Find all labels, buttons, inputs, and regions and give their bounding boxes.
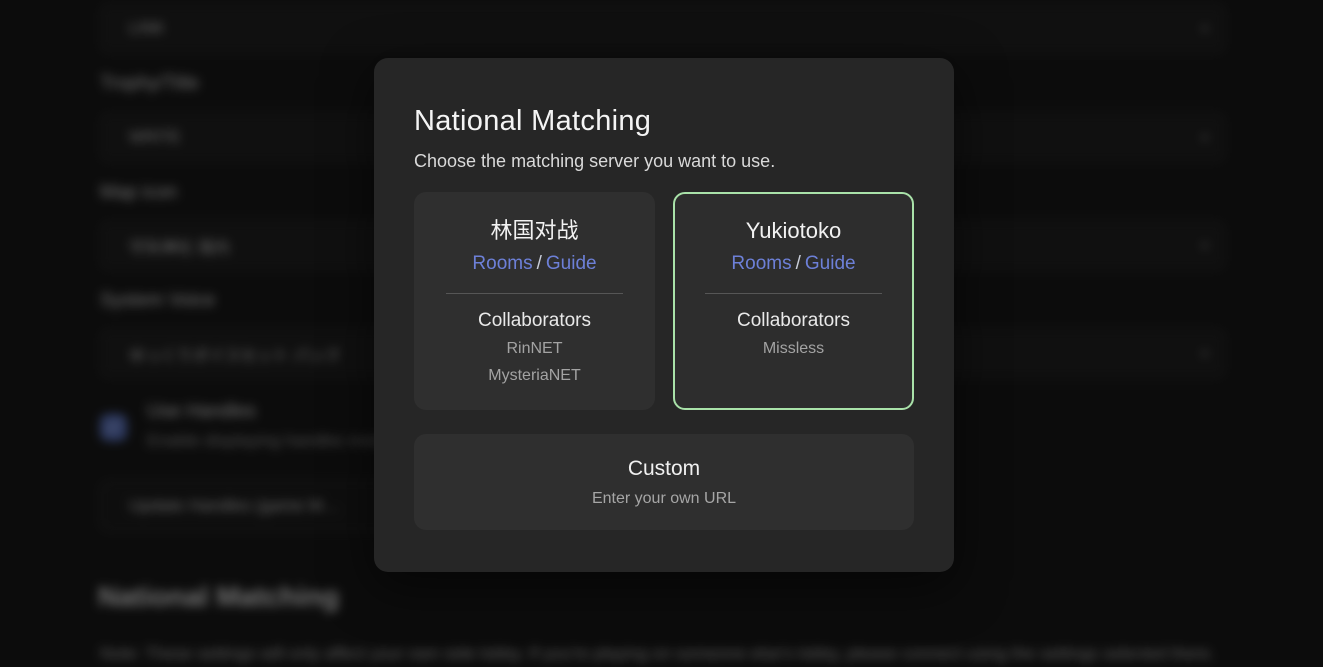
server-card-yukiotoko[interactable]: Yukiotoko Rooms/Guide Collaborators Miss… — [673, 192, 914, 410]
collaborator-name: MysteriaNET — [416, 364, 653, 387]
collaborators-heading: Collaborators — [416, 309, 653, 333]
server-name: 林国对战 — [416, 216, 653, 246]
server-links: Rooms/Guide — [416, 251, 653, 277]
server-options-row: 林国对战 Rooms/Guide Collaborators RinNET My… — [414, 192, 914, 410]
collaborator-name: Missless — [675, 337, 912, 360]
card-divider — [446, 293, 623, 294]
guide-link[interactable]: Guide — [805, 253, 856, 274]
dialog-title: National Matching — [414, 104, 914, 138]
dialog-subtitle: Choose the matching server you want to u… — [414, 150, 914, 172]
server-name: Yukiotoko — [675, 216, 912, 246]
custom-card-title: Custom — [628, 457, 700, 481]
card-divider — [705, 293, 882, 294]
link-separator: / — [792, 253, 805, 274]
server-card-linguo[interactable]: 林国对战 Rooms/Guide Collaborators RinNET My… — [414, 192, 655, 410]
custom-card-subtitle: Enter your own URL — [592, 490, 736, 508]
guide-link[interactable]: Guide — [546, 253, 597, 274]
rooms-link[interactable]: Rooms — [472, 253, 532, 274]
collaborators-heading: Collaborators — [675, 309, 912, 333]
national-matching-dialog: National Matching Choose the matching se… — [374, 58, 954, 572]
custom-server-card[interactable]: Custom Enter your own URL — [414, 434, 914, 530]
link-separator: / — [533, 253, 546, 274]
rooms-link[interactable]: Rooms — [731, 253, 791, 274]
server-links: Rooms/Guide — [675, 251, 912, 277]
collaborator-name: RinNET — [416, 337, 653, 360]
